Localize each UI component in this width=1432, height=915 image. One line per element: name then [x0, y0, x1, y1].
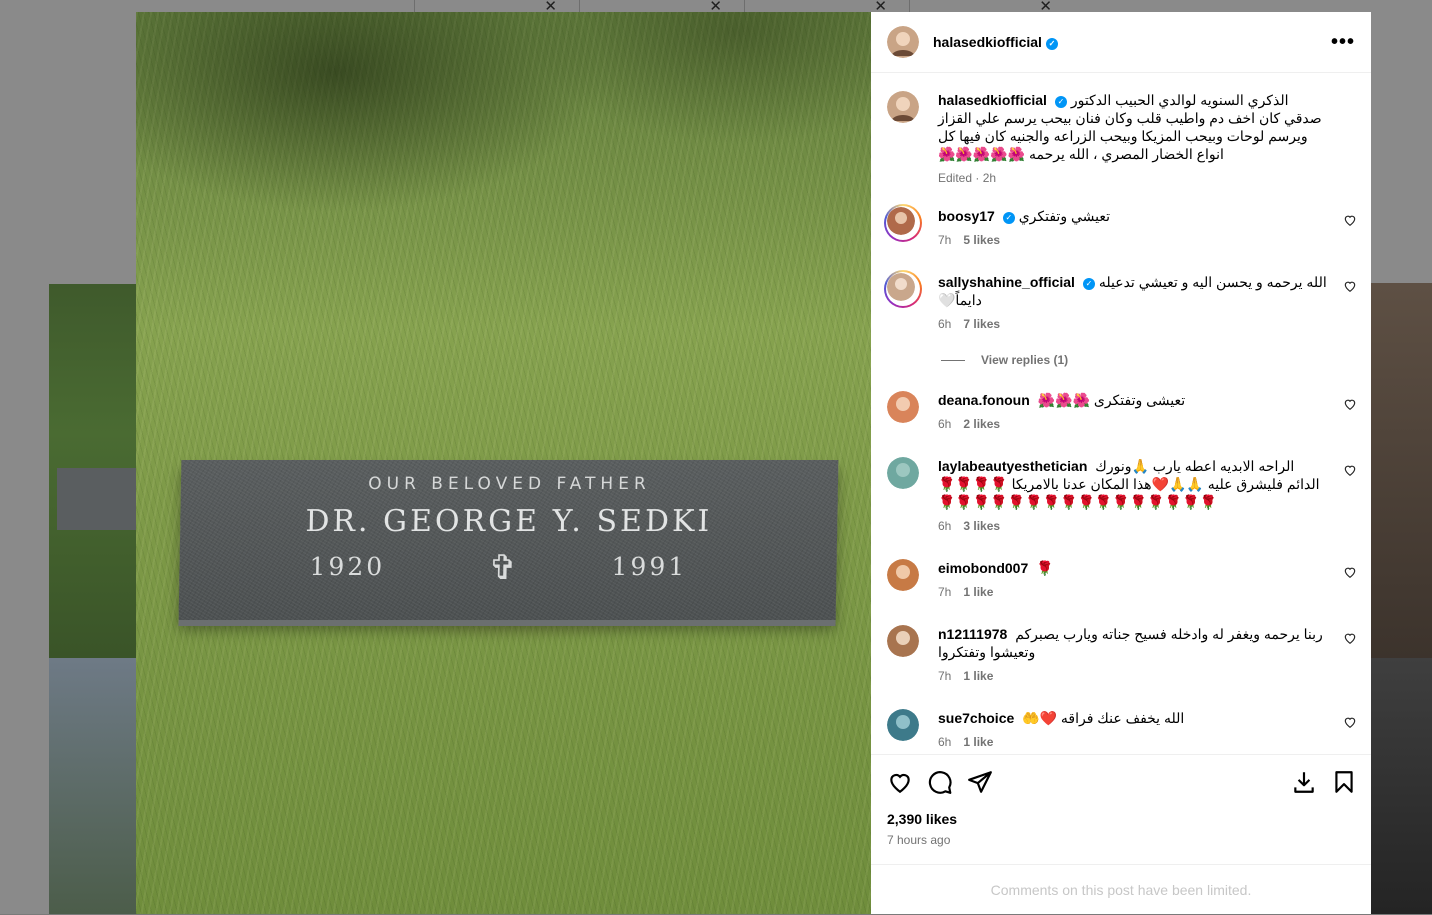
comment-time[interactable]: 6h [938, 519, 951, 533]
comment-time[interactable]: 7h [938, 585, 951, 599]
comment-item: n12111978 ربنا يرحمه ويغفر له وادخله فسي… [887, 625, 1357, 685]
caption-body: halasedkiofficial ✓ الذكري السنويه لوالدي… [938, 91, 1327, 187]
comment-username[interactable]: deana.fonoun [938, 392, 1030, 408]
background-thumbnail[interactable] [49, 658, 139, 914]
post-header: halasedkiofficial ✓ ••• [871, 12, 1371, 73]
author-username[interactable]: halasedkiofficial ✓ [933, 34, 1058, 50]
stone-year-born: 1920 [309, 552, 386, 581]
cross-icon: ✞ [488, 548, 518, 588]
comment-likes[interactable]: 1 like [963, 735, 993, 749]
comment-time[interactable]: 6h [938, 417, 951, 431]
comment-username[interactable]: sallyshahine_official [938, 274, 1075, 290]
comment-item: sue7choice الله يخفف عنك فراقه ❤️🤲 6h 1 l… [887, 709, 1357, 751]
comment-bubble-icon[interactable] [927, 769, 953, 795]
comment-likes[interactable]: 1 like [963, 669, 993, 683]
comments-feed[interactable]: halasedkiofficial ✓ الذكري السنويه لوالدي… [871, 73, 1371, 754]
comment-item: sallyshahine_official ✓ الله يرحمه و يحسن… [884, 270, 1357, 333]
comment-time[interactable]: 6h [938, 735, 951, 749]
comment-text: 🌹 [1036, 560, 1054, 576]
background-thumbnail[interactable] [1370, 658, 1432, 914]
like-heart-icon[interactable] [887, 769, 913, 795]
comment-likes[interactable]: 5 likes [963, 233, 1000, 247]
caption-username[interactable]: halasedkiofficial [938, 92, 1047, 108]
comment-item: deana.fonoun تعيشى وتفتكرى 🌺🌺🌺 6h 2 likes [887, 391, 1357, 433]
comment-time[interactable]: 7h [938, 233, 951, 247]
story-ring[interactable] [884, 204, 922, 242]
background-thumbnail[interactable] [1370, 283, 1432, 658]
comment-username[interactable]: laylabeautyesthetician [938, 458, 1087, 474]
like-comment-heart-icon[interactable] [1343, 279, 1357, 293]
post-photo[interactable]: OUR BELOVED FATHER DR. GEORGE Y. SEDKI 1… [136, 12, 871, 914]
download-icon[interactable] [1291, 769, 1317, 795]
like-comment-heart-icon[interactable] [1343, 397, 1357, 411]
commenter-avatar[interactable] [887, 559, 919, 591]
comment-time[interactable]: 7h [938, 669, 951, 683]
comment-item: eimobond007 🌹 7h 1 like [887, 559, 1357, 601]
comment-item: boosy17 ✓ تعيشي وتفتكري 7h 5 likes [884, 204, 1357, 249]
caption: halasedkiofficial ✓ الذكري السنويه لوالدي… [887, 91, 1357, 187]
verified-badge-icon: ✓ [1045, 38, 1058, 50]
verified-badge-icon: ✓ [1082, 278, 1095, 290]
share-paper-plane-icon[interactable] [967, 769, 993, 795]
like-comment-heart-icon[interactable] [1343, 565, 1357, 579]
comment-likes[interactable]: 3 likes [963, 519, 1000, 533]
comment-item: laylabeautyesthetician الراحه الابديه اع… [887, 457, 1357, 535]
comment-text: الله يخفف عنك فراقه ❤️🤲 [1022, 710, 1185, 726]
commenter-avatar[interactable] [887, 391, 919, 423]
comment-username[interactable]: sue7choice [938, 710, 1014, 726]
comment-username[interactable]: n12111978 [938, 626, 1007, 642]
stone-inscription-line2: DR. GEORGE Y. SEDKI [305, 504, 713, 539]
author-username-text[interactable]: halasedkiofficial [933, 34, 1042, 50]
background-thumbnail-stone [57, 468, 139, 530]
likes-count[interactable]: 2,390 likes [887, 811, 957, 827]
verified-badge-icon: ✓ [1054, 96, 1067, 108]
author-avatar[interactable] [887, 26, 919, 58]
more-options-button[interactable]: ••• [1331, 31, 1355, 54]
bookmark-icon[interactable] [1331, 769, 1357, 795]
commenter-avatar[interactable] [887, 625, 919, 657]
grave-stone: OUR BELOVED FATHER DR. GEORGE Y. SEDKI 1… [178, 460, 839, 620]
post-actions-bar: 2,390 likes 7 hours ago [871, 754, 1371, 865]
post-timestamp[interactable]: 7 hours ago [887, 833, 950, 847]
comment-time[interactable]: 6h [938, 317, 951, 331]
stone-year-died: 1991 [611, 552, 688, 581]
comments-limited-notice: Comments on this post have been limited. [871, 864, 1371, 915]
commenter-avatar[interactable] [887, 273, 915, 301]
story-ring[interactable] [884, 270, 922, 308]
post-modal: OUR BELOVED FATHER DR. GEORGE Y. SEDKI 1… [136, 12, 1371, 914]
author-avatar[interactable] [887, 91, 919, 123]
like-comment-heart-icon[interactable] [1343, 463, 1357, 477]
comment-text: تعيشي وتفتكري [1018, 208, 1111, 224]
comment-likes[interactable]: 1 like [963, 585, 993, 599]
like-comment-heart-icon[interactable] [1343, 631, 1357, 645]
commenter-avatar[interactable] [887, 709, 919, 741]
commenter-avatar[interactable] [887, 207, 915, 235]
comment-likes[interactable]: 7 likes [963, 317, 1000, 331]
verified-badge-icon: ✓ [1002, 212, 1015, 224]
commenter-avatar[interactable] [887, 457, 919, 489]
post-side-panel: halasedkiofficial ✓ ••• halasedkiofficial… [871, 12, 1371, 914]
like-comment-heart-icon[interactable] [1343, 715, 1357, 729]
view-replies-button[interactable]: View replies (1) [941, 353, 1068, 367]
stone-inscription-line1: OUR BELOVED FATHER [368, 474, 651, 494]
like-comment-heart-icon[interactable] [1343, 213, 1357, 227]
caption-meta: Edited · 2h [938, 171, 997, 185]
comment-username[interactable]: boosy17 [938, 208, 995, 224]
comment-likes[interactable]: 2 likes [963, 417, 1000, 431]
comment-text: تعيشى وتفتكرى 🌺🌺🌺 [1037, 392, 1186, 408]
comment-username[interactable]: eimobond007 [938, 560, 1028, 576]
